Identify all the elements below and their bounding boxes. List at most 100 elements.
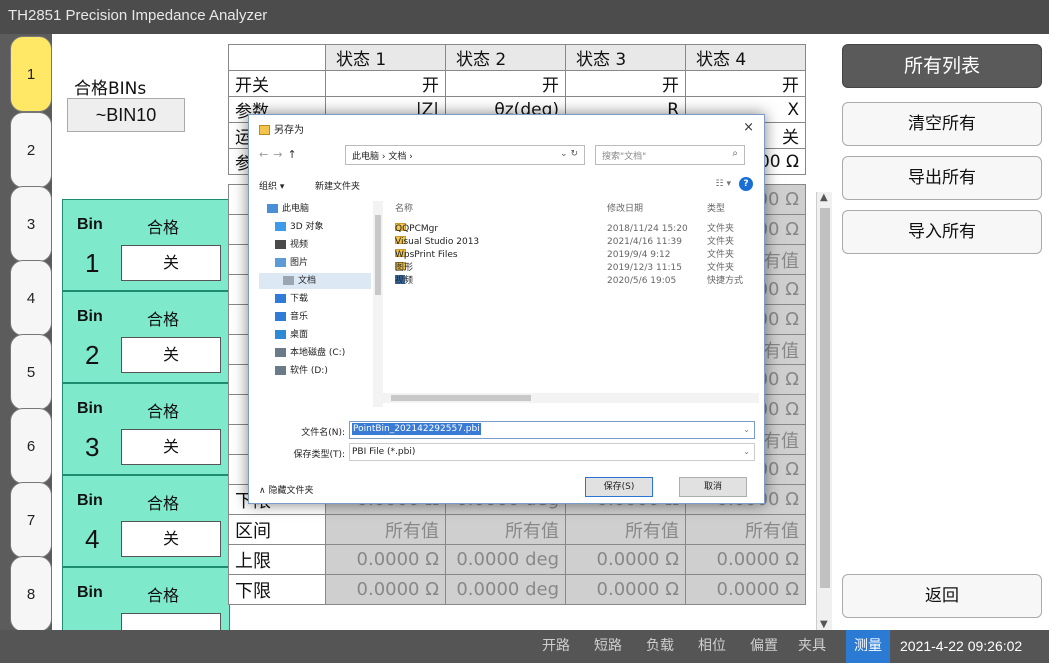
nav-item-label: 下载 xyxy=(290,294,309,304)
dialog-title: 另存为 xyxy=(274,125,304,136)
search-placeholder: 搜索"文档" xyxy=(602,152,647,162)
column-name-header[interactable]: 名称 xyxy=(395,201,413,214)
main-scrollbar[interactable]: ▲ ▼ xyxy=(816,192,832,630)
back-arrow-icon[interactable]: ← xyxy=(259,148,273,161)
limit-cell[interactable]: 0.0000 deg xyxy=(445,574,566,605)
scroll-down-icon[interactable]: ▼ xyxy=(820,619,828,630)
tab-5[interactable]: 5 xyxy=(10,334,52,410)
refresh-icon[interactable]: ⌄ ↻ xyxy=(560,149,578,159)
nav-item-downloads[interactable]: 下载 xyxy=(275,291,380,307)
file-row[interactable]: 图形 2019/12/3 11:15 文件夹 xyxy=(389,262,759,275)
tab-4[interactable]: 4 xyxy=(10,260,52,336)
up-arrow-icon[interactable]: ↑ xyxy=(287,148,301,161)
dialog-title-bar: 另存为 xyxy=(259,121,304,136)
limit-cell[interactable]: 0.0000 Ω xyxy=(565,574,686,605)
clear-all-button[interactable]: 清空所有 xyxy=(842,102,1042,146)
nav-item-label: 3D 对象 xyxy=(290,222,324,232)
file-row[interactable]: Visual Studio 2013 2021/4/16 11:39 文件夹 xyxy=(389,236,759,249)
nav-scrollbar-thumb[interactable] xyxy=(375,215,381,295)
switch-cell[interactable]: 开 xyxy=(565,70,686,97)
column-type-header[interactable]: 类型 xyxy=(707,201,725,214)
tab-8[interactable]: 8 xyxy=(10,556,52,632)
import-all-button[interactable]: 导入所有 xyxy=(842,210,1042,254)
chevron-down-icon[interactable]: ⌄ xyxy=(743,425,750,434)
save-button[interactable]: 保存(S) xyxy=(585,477,653,497)
switch-cell[interactable]: 开 xyxy=(325,70,446,97)
switch-cell[interactable]: 开 xyxy=(445,70,566,97)
file-list: 名称 修改日期 类型 QQPCMgr 2018/11/24 15:20 文件夹 … xyxy=(389,201,759,411)
tab-7[interactable]: 7 xyxy=(10,482,52,558)
nav-scrollbar[interactable] xyxy=(373,201,383,407)
window-title: TH2851 Precision Impedance Analyzer xyxy=(0,0,1049,34)
filename-field[interactable]: PointBin_202142292557.pbi ⌄ xyxy=(349,421,755,439)
bin-toggle-button[interactable]: 关 xyxy=(121,521,221,557)
limit-cell[interactable]: 0.0000 Ω xyxy=(325,574,446,605)
limit-cell[interactable]: 所有值 xyxy=(565,514,686,545)
file-date: 2021/4/16 11:39 xyxy=(607,237,682,247)
status-short[interactable]: 短路 xyxy=(590,630,626,663)
view-options-icon[interactable]: ☷ ▾ xyxy=(716,179,731,189)
nav-item-documents[interactable]: 文档 xyxy=(259,273,371,289)
nav-item-label: 软件 (D:) xyxy=(290,366,328,376)
nav-item-this-pc[interactable]: 此电脑 xyxy=(267,201,372,217)
forward-arrow-icon[interactable]: → xyxy=(273,148,287,161)
limit-cell[interactable]: 所有值 xyxy=(685,514,806,545)
nav-item-3d[interactable]: 3D 对象 xyxy=(275,219,380,235)
filetype-select[interactable]: PBI File (*.pbi) ⌄ xyxy=(349,443,755,461)
limit-cell[interactable]: 0.0000 Ω xyxy=(565,544,686,575)
organize-menu[interactable]: 组织 ▾ xyxy=(259,179,284,192)
tab-2[interactable]: 2 xyxy=(10,112,52,188)
tab-1[interactable]: 1 xyxy=(10,36,52,112)
column-date-header[interactable]: 修改日期 xyxy=(607,201,643,214)
file-row[interactable]: 视频 2020/5/6 19:05 快捷方式 xyxy=(389,275,759,288)
search-input[interactable]: 搜索"文档" ⌕ xyxy=(595,145,745,165)
close-icon[interactable]: × xyxy=(743,120,754,135)
status-measure[interactable]: 测量 xyxy=(846,630,890,663)
limit-cell[interactable]: 0.0000 Ω xyxy=(685,544,806,575)
new-folder-button[interactable]: 新建文件夹 xyxy=(315,179,360,192)
export-all-button[interactable]: 导出所有 xyxy=(842,156,1042,200)
bin-toggle-button[interactable]: 关 xyxy=(121,245,221,281)
limit-cell[interactable]: 所有值 xyxy=(445,514,566,545)
chevron-down-icon[interactable]: ⌄ xyxy=(743,447,750,456)
bin-toggle-button[interactable]: 关 xyxy=(121,429,221,465)
nav-item-drive-c[interactable]: 本地磁盘 (C:) xyxy=(275,345,380,361)
status-load[interactable]: 负载 xyxy=(642,630,678,663)
file-list-hscrollbar[interactable] xyxy=(379,393,759,403)
nav-item-pictures[interactable]: 图片 xyxy=(275,255,380,271)
state-header-3: 状态 3 xyxy=(565,44,686,71)
help-icon[interactable]: ? xyxy=(739,177,753,191)
all-list-button[interactable]: 所有列表 xyxy=(842,44,1042,88)
nav-item-drive-d[interactable]: 软件 (D:) xyxy=(275,363,380,379)
back-button[interactable]: 返回 xyxy=(842,574,1042,618)
scrollbar-thumb[interactable] xyxy=(820,208,830,588)
nav-item-desktop[interactable]: 桌面 xyxy=(275,327,380,343)
file-row[interactable]: QQPCMgr 2018/11/24 15:20 文件夹 xyxy=(389,223,759,236)
pass-bins-value[interactable]: ~BIN10 xyxy=(67,98,185,132)
tab-3[interactable]: 3 xyxy=(10,186,52,262)
limit-cell[interactable]: 0.0000 Ω xyxy=(325,544,446,575)
bin-toggle-button[interactable]: 关 xyxy=(121,337,221,373)
address-bar[interactable]: 此电脑 › 文档 › ⌄ ↻ xyxy=(345,145,585,165)
limit-cell[interactable]: 所有值 xyxy=(325,514,446,545)
file-row[interactable]: WpsPrint Files 2019/9/4 9:12 文件夹 xyxy=(389,249,759,262)
cancel-button[interactable]: 取消 xyxy=(679,477,747,497)
hscrollbar-thumb[interactable] xyxy=(391,395,531,401)
bin-toggle-button[interactable] xyxy=(121,613,221,630)
status-open[interactable]: 开路 xyxy=(538,630,574,663)
computer-icon xyxy=(267,204,278,213)
status-phase[interactable]: 相位 xyxy=(694,630,730,663)
limit-cell[interactable]: 0.0000 Ω xyxy=(685,574,806,605)
status-bias[interactable]: 偏置 xyxy=(746,630,782,663)
nav-item-video[interactable]: 视频 xyxy=(275,237,380,253)
tab-6[interactable]: 6 xyxy=(10,408,52,484)
hide-folders-toggle[interactable]: ∧ 隐藏文件夹 xyxy=(259,483,313,496)
scroll-up-icon[interactable]: ▲ xyxy=(820,192,828,203)
nav-item-music[interactable]: 音乐 xyxy=(275,309,380,325)
nav-item-label: 图片 xyxy=(290,258,309,268)
status-fixture[interactable]: 夹具 xyxy=(794,630,830,663)
search-icon: ⌕ xyxy=(732,148,738,159)
switch-cell[interactable]: 开 xyxy=(685,70,806,97)
file-type: 快捷方式 xyxy=(707,276,744,286)
limit-cell[interactable]: 0.0000 deg xyxy=(445,544,566,575)
